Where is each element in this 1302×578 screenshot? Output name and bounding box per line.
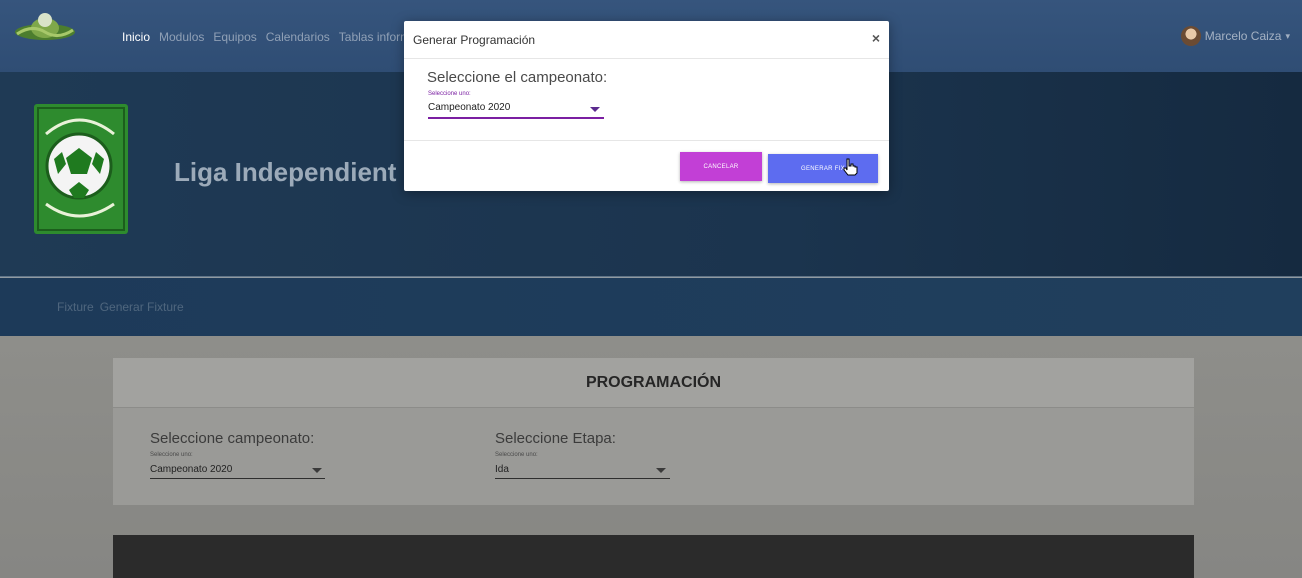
etapa-label: Seleccione Etapa: [495,430,616,447]
league-logo-icon [34,104,128,234]
campeonato-hint: Seleccione uno: [150,452,193,458]
dialog-campeonato-select[interactable]: Campeonato 2020 [428,102,510,113]
etapa-underline [495,478,670,479]
brand-logo-icon[interactable] [12,10,78,46]
nav-link-modulos[interactable]: Modulos [159,30,204,44]
close-icon[interactable]: × [872,30,880,46]
breadcrumb-fixture[interactable]: Fixture [57,300,94,314]
campeonato-underline [150,478,325,479]
dialog-select-hint: Seleccione uno: [428,91,471,97]
campeonato-label: Seleccione campeonato: [150,430,315,447]
cancel-button[interactable]: CANCELAR [680,152,762,181]
programacion-card: PROGRAMACIÓN Seleccione campeonato: Sele… [113,358,1194,505]
chevron-down-icon[interactable] [312,468,322,473]
user-menu[interactable]: Marcelo Caiza ▾ [1180,26,1290,46]
nav-link-inicio[interactable]: Inicio [122,30,150,44]
nav-link-tablas[interactable]: Tablas inform [339,30,410,44]
hand-cursor-icon [843,158,858,176]
dialog-body: Seleccione el campeonato: Seleccione uno… [404,59,889,141]
league-title: Liga Independient [174,157,397,187]
fixture-table-header [113,535,1194,578]
nav-links: Inicio Modulos Equipos Calendarios Tabla… [122,30,410,44]
etapa-select[interactable]: Ida [495,464,509,475]
card-title: PROGRAMACIÓN [585,374,722,391]
dialog-header: Generar Programación × [404,21,889,59]
dialog-select-underline [428,117,604,119]
campeonato-select[interactable]: Campeonato 2020 [150,464,232,475]
card-header: PROGRAMACIÓN [113,358,1194,408]
nav-link-equipos[interactable]: Equipos [213,30,256,44]
chevron-down-icon: ▾ [1285,30,1290,41]
dropdown-caret-icon[interactable] [590,107,600,112]
breadcrumb-generar-fixture[interactable]: Generar Fixture [100,300,184,314]
etapa-hint: Seleccione uno: [495,452,538,458]
generate-fixture-button[interactable]: GENERAR FIX [768,154,878,183]
nav-link-calendarios[interactable]: Calendarios [266,30,330,44]
dialog-select-label: Seleccione el campeonato: [427,69,608,86]
dialog-title: Generar Programación [413,33,536,47]
breadcrumb-list: Fixture Generar Fixture [57,300,184,314]
chevron-down-icon[interactable] [656,468,666,473]
user-avatar-icon [1180,26,1201,46]
generar-programacion-dialog: Generar Programación × Seleccione el cam… [404,21,889,191]
breadcrumb: Fixture Generar Fixture [0,278,1302,336]
user-name: Marcelo Caiza [1204,29,1282,43]
